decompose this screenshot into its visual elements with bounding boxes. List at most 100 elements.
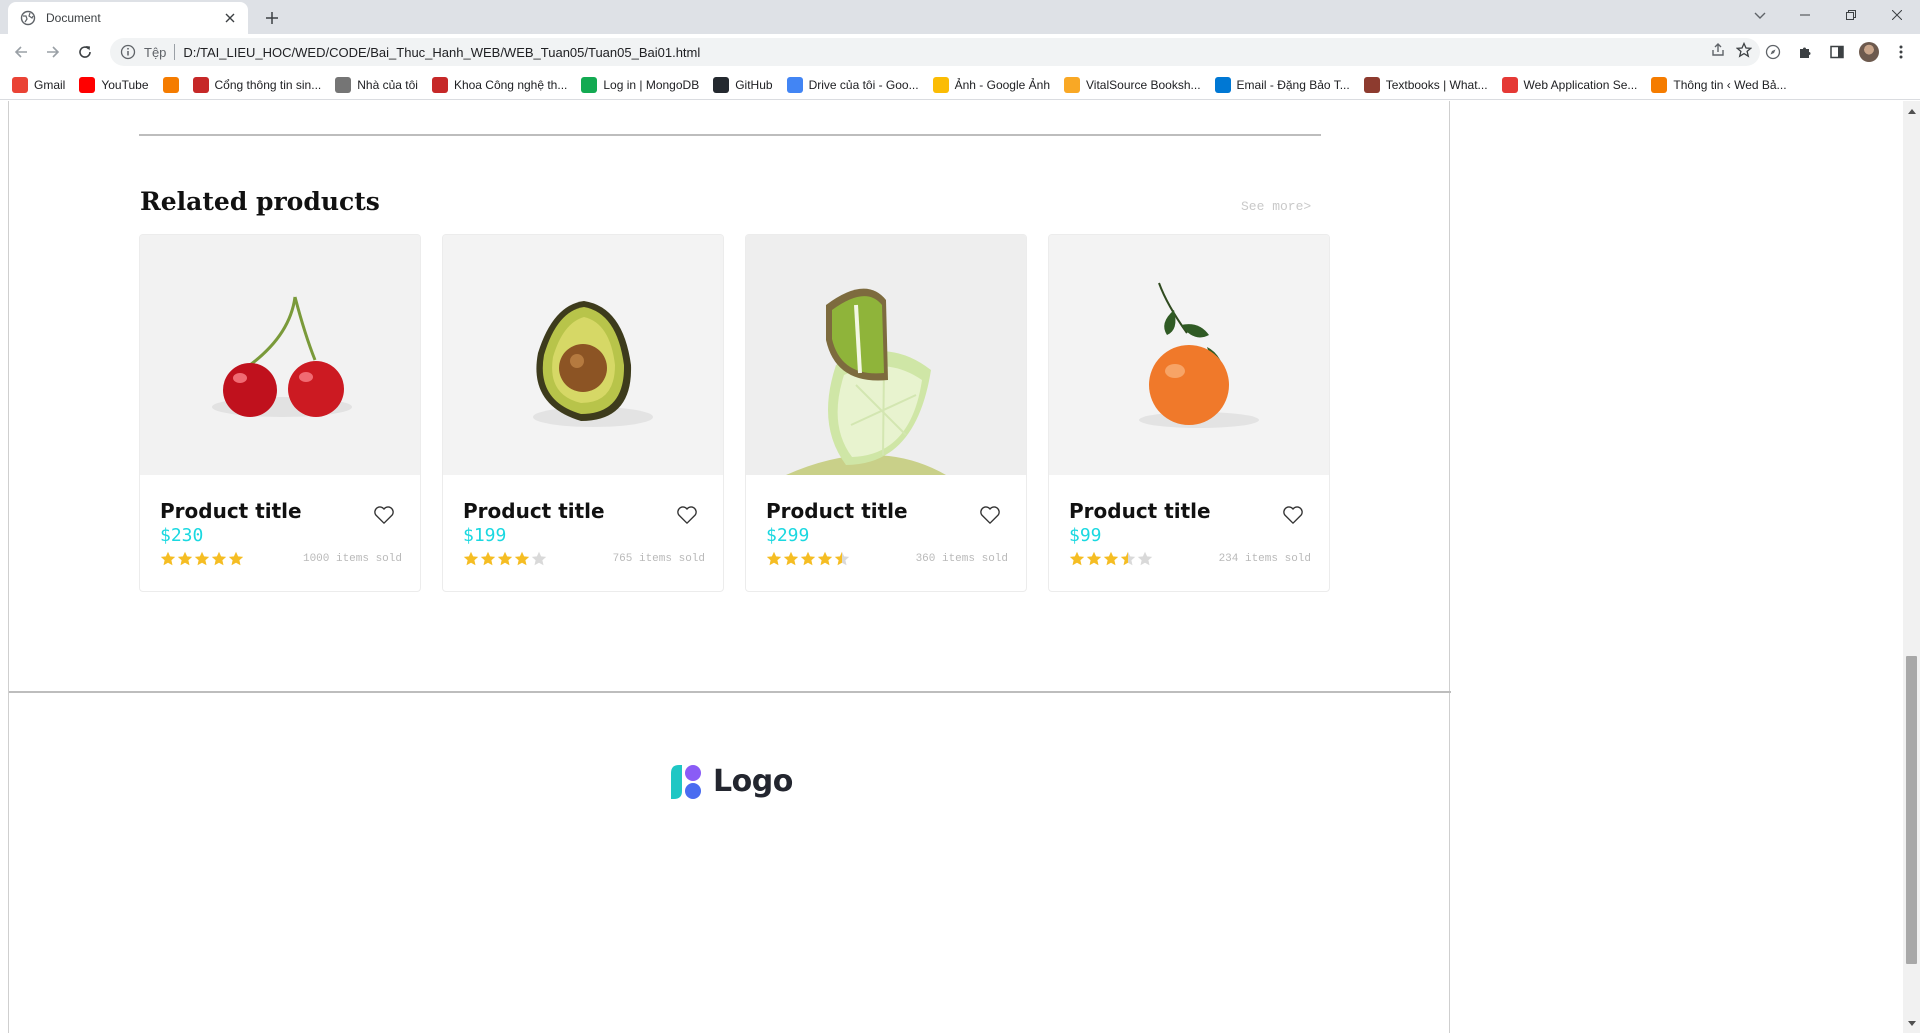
section-divider [139, 134, 1321, 136]
forward-arrow-icon[interactable] [40, 39, 66, 65]
logo-mark-icon [671, 765, 701, 799]
share-icon[interactable] [1710, 42, 1726, 63]
url-text[interactable]: D:/TAI_LIEU_HOC/WED/CODE/Bai_Thuc_Hanh_W… [183, 45, 700, 60]
tab-strip: Document [0, 0, 1920, 34]
product-image-cherries[interactable] [140, 235, 420, 475]
puzzle-extensions-icon[interactable] [1792, 39, 1818, 65]
bookmark-item[interactable]: Ảnh - Google Ảnh [932, 76, 1050, 93]
rating-stars [766, 551, 850, 571]
tab-search-icon[interactable] [1748, 4, 1772, 28]
bookmark-item[interactable]: Web Application Se... [1501, 76, 1638, 93]
star-icon [463, 551, 479, 571]
bookmark-label: Thông tin ‹ Wed Bả... [1673, 77, 1787, 92]
items-sold-label: 765 items sold [612, 553, 705, 565]
bookmark-item[interactable]: Drive của tôi - Goo... [786, 76, 919, 93]
bookmark-item[interactable]: VitalSource Booksh... [1064, 76, 1201, 93]
product-card[interactable]: Product title $299 360 items sold [745, 234, 1027, 592]
bookmark-label: Drive của tôi - Goo... [808, 77, 919, 92]
product-price: $199 [463, 525, 507, 546]
product-title[interactable]: Product title [1069, 499, 1211, 523]
reload-icon[interactable] [72, 39, 98, 65]
page-container: Related products See more> Product title… [8, 101, 1451, 1033]
bookmark-label: Email - Đặng Bảo T... [1236, 77, 1350, 92]
bookmark-item[interactable]: GitHub [713, 76, 773, 93]
star-icon [1069, 551, 1085, 571]
minimize-icon[interactable] [1782, 0, 1828, 30]
product-image-avocado[interactable] [443, 235, 723, 475]
bookmark-item[interactable]: Thông tin ‹ Wed Bả... [1651, 76, 1787, 93]
bookmark-label: Textbooks | What... [1385, 77, 1488, 92]
product-title[interactable]: Product title [160, 499, 302, 523]
bookmark-item[interactable]: Nhà của tôi [335, 76, 418, 93]
bookmark-label: YouTube [101, 77, 149, 92]
drive-icon [786, 76, 803, 93]
vitalsource-icon [1064, 76, 1081, 93]
back-arrow-icon[interactable] [8, 39, 34, 65]
address-bar[interactable]: Tệp D:/TAI_LIEU_HOC/WED/CODE/Bai_Thuc_Ha… [110, 38, 1760, 66]
vertical-scrollbar[interactable] [1903, 101, 1920, 1033]
heart-wishlist-icon[interactable] [978, 503, 1002, 527]
product-card[interactable]: Product title $199 765 items sold [442, 234, 724, 592]
star-icon [783, 551, 799, 571]
heart-wishlist-icon[interactable] [372, 503, 396, 527]
items-sold-label: 360 items sold [915, 553, 1008, 565]
star-bookmark-icon[interactable] [1735, 41, 1753, 63]
bookmark-item[interactable]: Textbooks | What... [1363, 76, 1488, 93]
footer-divider [9, 691, 1451, 693]
new-tab-button[interactable] [260, 6, 284, 30]
file-scheme-label: Tệp [144, 44, 167, 60]
bookmark-item[interactable]: Cổng thông tin sin... [192, 76, 321, 93]
footer-logo[interactable]: Logo [667, 761, 793, 801]
side-panel-icon[interactable] [1824, 39, 1850, 65]
product-card[interactable]: Product title $230 1000 items sold [139, 234, 421, 592]
product-title[interactable]: Product title [766, 499, 908, 523]
star-icon [228, 551, 244, 571]
see-more-link[interactable]: See more> [1241, 199, 1311, 214]
star-icon [497, 551, 513, 571]
heart-wishlist-icon[interactable] [1281, 503, 1305, 527]
bookmark-item[interactable]: Log in | MongoDB [581, 76, 699, 93]
rating-stars [1069, 551, 1153, 571]
star-icon [160, 551, 176, 571]
star-icon [177, 551, 193, 571]
close-window-icon[interactable] [1874, 0, 1920, 30]
compass-extension-icon[interactable] [1760, 39, 1786, 65]
star-icon [480, 551, 496, 571]
omnibox-separator [174, 44, 176, 60]
kebab-menu-icon[interactable] [1888, 39, 1914, 65]
bookmark-label: VitalSource Booksh... [1086, 77, 1201, 92]
toolbar-right [1760, 39, 1914, 65]
product-image-tangerine[interactable] [1049, 235, 1329, 475]
restore-icon[interactable] [1828, 0, 1874, 30]
lightning-icon [1501, 76, 1518, 93]
mongodb-icon [581, 76, 598, 93]
tab-title: Document [46, 11, 101, 25]
product-card[interactable]: Product title $99 234 items sold [1048, 234, 1330, 592]
star-icon [1137, 551, 1153, 571]
scroll-up-icon[interactable] [1903, 103, 1920, 119]
product-title[interactable]: Product title [463, 499, 605, 523]
bookmark-item[interactable] [162, 76, 179, 93]
heart-wishlist-icon[interactable] [675, 503, 699, 527]
info-icon[interactable] [120, 44, 136, 60]
bookmark-item[interactable]: Khoa Công nghệ th... [431, 76, 567, 93]
scrollbar-thumb[interactable] [1906, 656, 1917, 964]
bookmark-label: Web Application Se... [1523, 77, 1638, 92]
rating-stars [463, 551, 547, 571]
home-icon [335, 76, 352, 93]
star-icon [1103, 551, 1119, 571]
profile-avatar[interactable] [1856, 39, 1882, 65]
close-tab-icon[interactable] [222, 10, 238, 26]
bookmark-item[interactable]: Email - Đặng Bảo T... [1214, 76, 1350, 93]
browser-tab-active[interactable]: Document [8, 2, 248, 34]
page-viewport: Related products See more> Product title… [0, 101, 1920, 1033]
product-image-kiwi-lime[interactable] [746, 235, 1026, 475]
product-price: $230 [160, 525, 204, 546]
scroll-down-icon[interactable] [1903, 1015, 1920, 1031]
youtube-icon [79, 76, 96, 93]
star-icon [834, 551, 850, 571]
star-icon [766, 551, 782, 571]
university-icon [431, 76, 448, 93]
bookmark-item[interactable]: YouTube [79, 76, 149, 93]
bookmark-item[interactable]: Gmail [12, 76, 65, 93]
